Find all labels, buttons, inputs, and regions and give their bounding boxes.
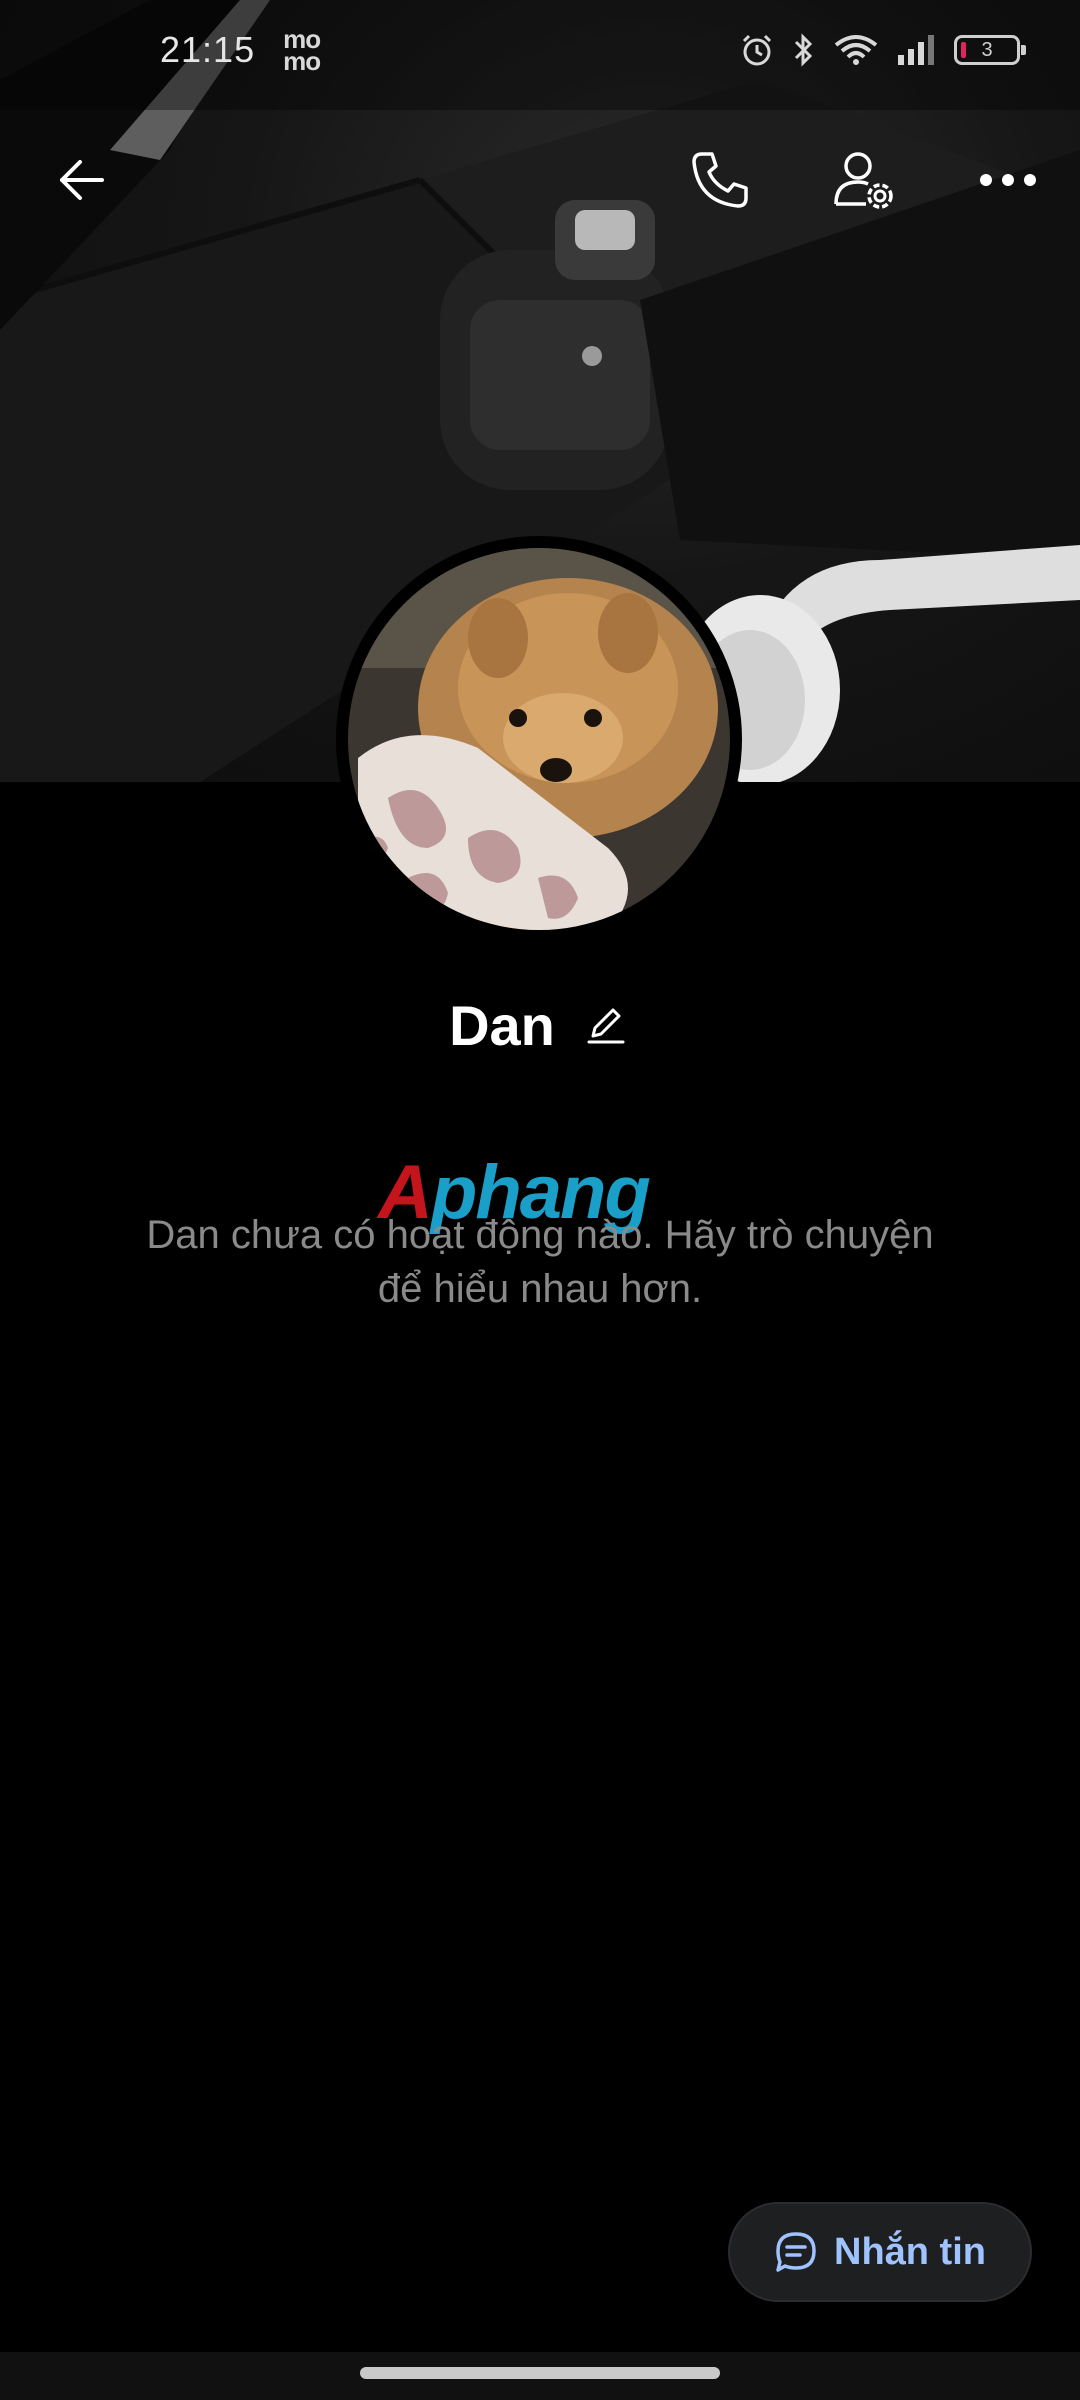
arrow-left-icon [60,160,104,200]
bluetooth-icon [792,33,816,67]
status-time: 21:15 [160,29,256,70]
status-left: 21:15 mo mo [160,24,323,76]
carrier-logo: mo mo [283,24,321,76]
top-nav [0,130,1080,230]
battery-level: 3 [981,38,993,61]
empty-activity-message: Dan chưa có hoạt động nào. Hãy trò chuyệ… [146,1213,934,1311]
avatar-image [348,548,730,930]
chat-bubble-icon [776,2232,816,2272]
status-bar: 21:15 mo mo 3 [0,0,1080,100]
wifi-icon [834,33,878,67]
profile-screen: 21:15 mo mo 3 Dan Aphang Dan chưa có hoạ… [0,0,1080,2400]
profile-name-row: Dan [0,985,1080,1065]
home-indicator[interactable] [360,2367,720,2379]
more-button[interactable] [958,130,1058,230]
edit-name-button[interactable] [581,1000,631,1050]
call-button[interactable] [670,130,770,230]
user-settings-icon [834,152,893,209]
back-button[interactable] [32,130,132,230]
phone-icon [692,152,748,208]
profile-name: Dan [449,993,555,1057]
send-message-label: Nhắn tin [834,2230,986,2273]
profile-avatar[interactable] [336,536,742,942]
status-icons: 3 [740,33,1026,67]
alarm-icon [740,33,774,67]
more-horizontal-icon [980,174,1036,186]
battery-icon: 3 [954,35,1026,65]
send-message-button[interactable]: Nhắn tin [728,2202,1032,2302]
pencil-icon [587,1008,625,1044]
signal-icon [896,33,936,67]
contact-settings-button[interactable] [814,130,914,230]
